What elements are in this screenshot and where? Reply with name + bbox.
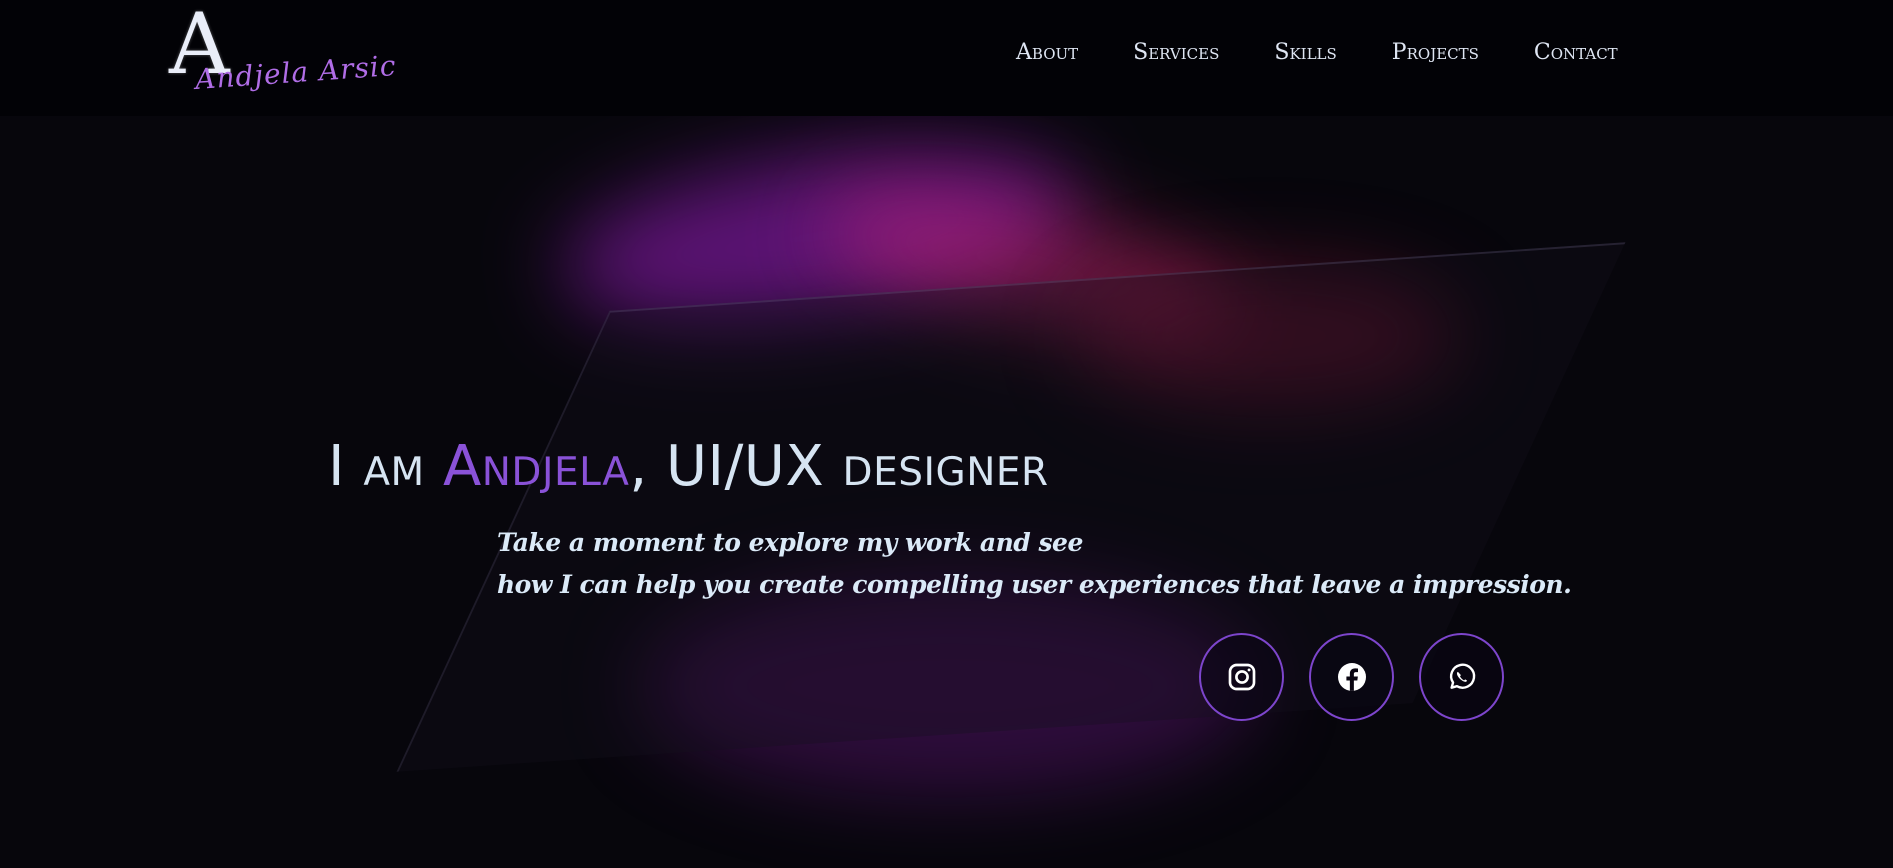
nav-link-projects[interactable]: Projects: [1392, 40, 1479, 65]
main-nav: About Services Skills Projects Contact: [1016, 40, 1618, 65]
nav-link-contact[interactable]: Contact: [1534, 40, 1618, 65]
headline-suffix: , UI/UX designer: [629, 434, 1049, 499]
facebook-icon: [1337, 663, 1366, 691]
tagline-line-2: how I can help you create compelling use…: [497, 570, 1572, 599]
navbar: A Andjela Arsic About Services Skills Pr…: [0, 0, 1893, 116]
hero-tagline: Take a moment to explore my work and see…: [497, 522, 1572, 606]
nav-link-about[interactable]: About: [1016, 40, 1078, 65]
hero-headline: I am Andjela, UI/UX designer: [328, 434, 1049, 499]
nav-link-skills[interactable]: Skills: [1274, 40, 1336, 65]
hero-section: I am Andjela, UI/UX designer Take a mome…: [0, 116, 1893, 868]
headline-name: Andjela: [442, 434, 630, 499]
instagram-button[interactable]: [1199, 633, 1284, 721]
instagram-icon: [1228, 663, 1255, 691]
tagline-line-1: Take a moment to explore my work and see: [497, 528, 1083, 557]
nav-link-services[interactable]: Services: [1133, 40, 1219, 65]
headline-prefix: I am: [328, 434, 443, 499]
whatsapp-button[interactable]: [1419, 633, 1504, 721]
whatsapp-icon: [1449, 663, 1475, 689]
logo[interactable]: A Andjela Arsic: [165, 2, 397, 108]
facebook-button[interactable]: [1309, 633, 1394, 721]
social-links: [1199, 633, 1504, 721]
